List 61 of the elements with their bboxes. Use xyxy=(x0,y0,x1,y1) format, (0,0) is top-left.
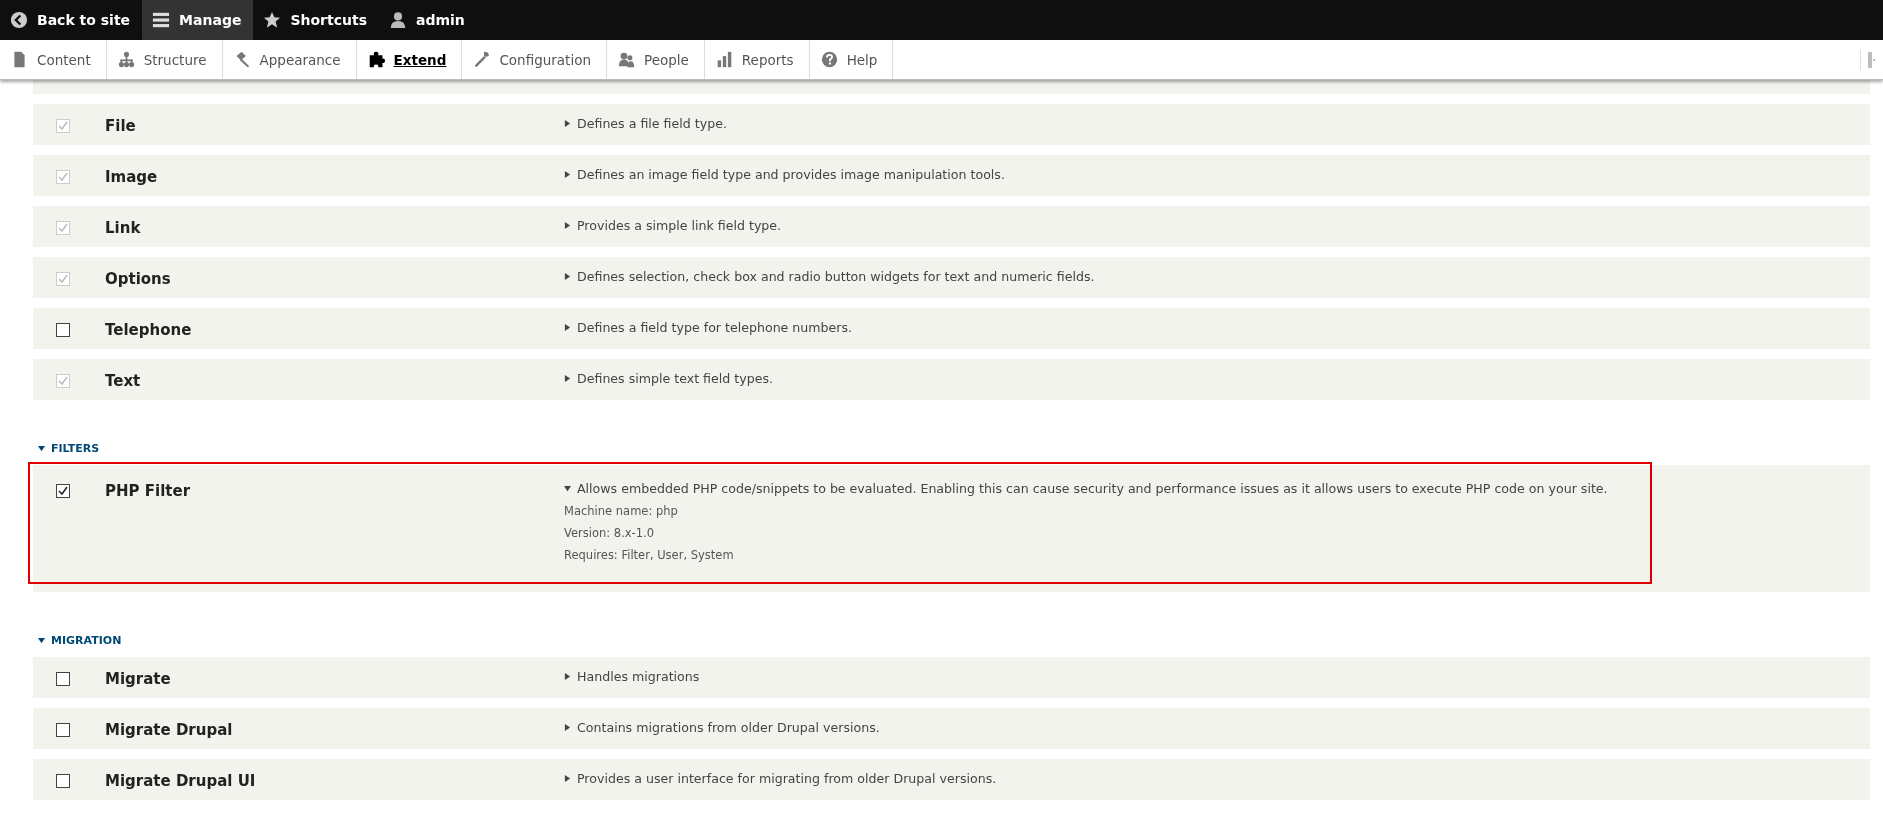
module-description: Defines a file field type. xyxy=(577,116,727,131)
module-name: Link xyxy=(104,218,142,239)
user-icon xyxy=(389,11,407,29)
module-detail: Requires: Filter, User, System xyxy=(564,548,735,562)
module-name: Image xyxy=(104,167,159,188)
tray-tab[interactable]: Structure xyxy=(106,40,223,79)
tray-tab[interactable]: Reports xyxy=(704,40,810,79)
tray-tab[interactable]: Configuration xyxy=(462,40,607,79)
checkbox[interactable] xyxy=(56,723,70,737)
module-name: PHP Filter xyxy=(104,481,192,502)
module-detail: Machine name: php xyxy=(564,504,679,518)
bar-chart-icon xyxy=(715,51,733,68)
checkbox[interactable] xyxy=(56,672,70,686)
section-heading[interactable]: MIGRATION xyxy=(38,634,122,647)
module-name: Text xyxy=(104,371,142,392)
people-icon xyxy=(617,51,635,68)
triangle-down-icon xyxy=(38,445,45,452)
star-icon xyxy=(263,11,282,29)
wrench-icon xyxy=(473,51,491,68)
module-name: Migrate Drupal xyxy=(104,720,234,741)
checkbox[interactable] xyxy=(56,484,70,498)
module-description: Defines simple text field types. xyxy=(577,371,773,386)
module-name: File xyxy=(104,116,137,137)
module-description: Provides a user interface for migrating from older Drupal versions. xyxy=(577,771,997,786)
structure-icon xyxy=(117,51,135,68)
module-name: Migrate Drupal UI xyxy=(104,771,257,792)
menu-icon xyxy=(152,11,171,29)
module-description: Allows embedded PHP code/snippets to be evaluated. Enabling this can cause security and performance issues as it allows users to execute PHP code on your site. xyxy=(577,481,1608,496)
help-icon xyxy=(820,51,838,68)
toolbar-tab[interactable]: Back to site xyxy=(0,0,143,40)
triangle-right-icon[interactable] xyxy=(564,775,571,782)
tray-tab[interactable]: Extend xyxy=(356,40,463,79)
module-description: Defines a field type for telephone numbers. xyxy=(577,320,853,335)
triangle-right-icon[interactable] xyxy=(564,724,571,731)
module-description: Handles migrations xyxy=(577,669,700,684)
puzzle-icon xyxy=(367,51,385,68)
module-name: Migrate xyxy=(104,669,172,690)
back-icon xyxy=(10,11,28,29)
triangle-down-icon xyxy=(38,637,45,644)
orientation-toggle-icon[interactable] xyxy=(1860,49,1875,70)
tray-tab[interactable]: Content xyxy=(0,40,107,79)
toolbar-tab[interactable]: Manage xyxy=(142,0,254,40)
module-detail: Version: 8.x-1.0 xyxy=(564,526,656,540)
module-name: Telephone xyxy=(104,320,193,341)
module-description: Defines an image field type and provides image manipulation tools. xyxy=(577,167,1005,182)
triangle-right-icon[interactable] xyxy=(564,324,571,331)
module-description: Provides a simple link field type. xyxy=(577,218,782,233)
checkbox[interactable] xyxy=(56,774,70,788)
checkbox[interactable] xyxy=(56,323,70,337)
section-heading[interactable]: FILTERS xyxy=(38,442,100,455)
page-icon xyxy=(11,51,28,68)
module-description: Defines selection, check box and radio button widgets for text and numeric fields. xyxy=(577,269,1095,284)
toolbar-tab[interactable]: Shortcuts xyxy=(253,0,379,40)
triangle-right-icon[interactable] xyxy=(564,673,571,680)
module-name: Options xyxy=(104,269,172,290)
tray-tab[interactable]: People xyxy=(606,40,705,79)
module-description: Contains migrations from older Drupal versions. xyxy=(577,720,880,735)
triangle-down-icon[interactable] xyxy=(564,485,571,492)
tray-tab[interactable]: Help xyxy=(809,40,894,79)
tray-tab[interactable]: Appearance xyxy=(222,40,357,79)
toolbar-tab[interactable]: admin xyxy=(379,0,477,40)
